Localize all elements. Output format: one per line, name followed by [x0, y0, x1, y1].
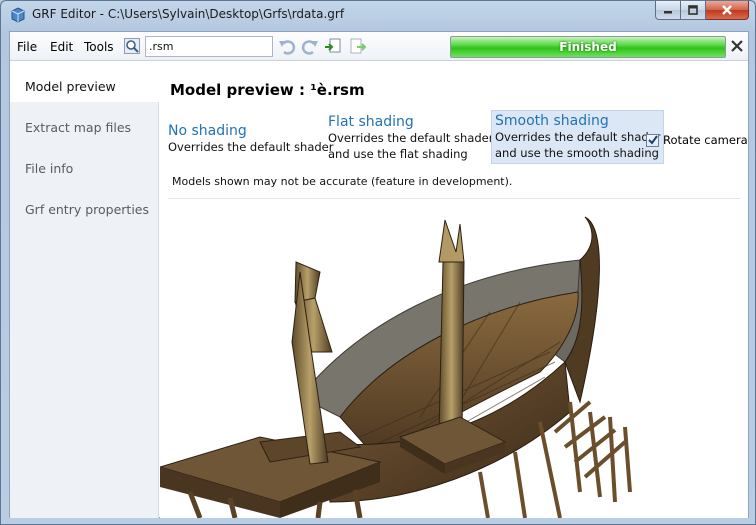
shading-title: Smooth shading: [495, 113, 609, 129]
shading-desc: and use the smooth shading: [495, 146, 659, 160]
maximize-icon: [688, 5, 698, 15]
menu-tools[interactable]: Tools: [84, 40, 114, 54]
add-file-icon[interactable]: [349, 38, 367, 55]
toolbar: File Edit Tools .rsm Finished: [10, 32, 748, 61]
maximize-button[interactable]: [681, 1, 706, 20]
redo-icon[interactable]: [301, 38, 319, 55]
sidebar-item-grf-entry-properties[interactable]: Grf entry properties: [10, 185, 159, 225]
no-shading-option[interactable]: No shading Overrides the default shader: [165, 121, 336, 157]
menu-edit[interactable]: Edit: [50, 40, 73, 54]
model-preview-panel: Model preview : ¹è.rsm No shading Overri…: [160, 62, 748, 518]
sidebar: Model preview Extract map files File inf…: [10, 62, 160, 518]
ship-model: [160, 216, 632, 518]
sidebar-item-label: File info: [25, 161, 74, 176]
rotate-camera-checkbox[interactable]: Rotate camera: [646, 133, 748, 147]
divider: [168, 198, 740, 199]
menu-file[interactable]: File: [17, 40, 37, 54]
checkmark-icon: [647, 135, 658, 145]
shading-desc: Overrides the default shader: [495, 130, 661, 144]
app-window: GRF Editor - C:\Users\Sylvain\Desktop\Gr…: [0, 0, 756, 525]
development-note: Models shown may not be accurate (featur…: [172, 175, 513, 188]
shading-title: Flat shading: [328, 114, 414, 130]
minimize-button[interactable]: [655, 1, 681, 20]
flat-shading-option[interactable]: Flat shading Overrides the default shade…: [325, 112, 496, 164]
model-viewport[interactable]: [160, 202, 748, 518]
sidebar-item-label: Extract map files: [25, 120, 132, 135]
shading-desc: and use the flat shading: [328, 147, 468, 161]
sidebar-item-label: Grf entry properties: [25, 202, 150, 217]
window-title: GRF Editor - C:\Users\Sylvain\Desktop\Gr…: [32, 7, 345, 21]
client-area: File Edit Tools .rsm Finished Model prev…: [9, 31, 749, 518]
undo-icon[interactable]: [278, 38, 296, 55]
search-icon[interactable]: [124, 38, 140, 54]
search-input[interactable]: .rsm: [145, 36, 273, 57]
extract-icon[interactable]: [324, 38, 342, 55]
shading-desc: Overrides the default shader: [168, 140, 334, 154]
close-icon: [722, 5, 732, 15]
close-progress-icon[interactable]: [729, 38, 745, 54]
sidebar-item-model-preview[interactable]: Model preview: [10, 62, 160, 102]
smooth-shading-option[interactable]: Smooth shading Overrides the default sha…: [491, 110, 665, 164]
title-bar[interactable]: GRF Editor - C:\Users\Sylvain\Desktop\Gr…: [1, 1, 755, 29]
shading-title: No shading: [168, 123, 247, 139]
sidebar-item-label: Model preview: [25, 79, 116, 94]
caption-buttons: [655, 1, 749, 21]
minimize-icon: [664, 11, 672, 14]
progress-bar: Finished: [450, 36, 726, 58]
page-title: Model preview : ¹è.rsm: [170, 81, 365, 99]
checkbox[interactable]: [646, 133, 659, 147]
rotate-camera-label: Rotate camera: [663, 133, 748, 147]
app-icon: [11, 7, 25, 23]
shading-desc: Overrides the default shader: [328, 131, 494, 145]
sidebar-item-extract-map-files[interactable]: Extract map files: [10, 103, 159, 143]
selection-arrow: [149, 65, 159, 93]
sidebar-item-file-info[interactable]: File info: [10, 144, 159, 184]
progress-status: Finished: [559, 40, 617, 54]
close-window-button[interactable]: [706, 1, 749, 20]
